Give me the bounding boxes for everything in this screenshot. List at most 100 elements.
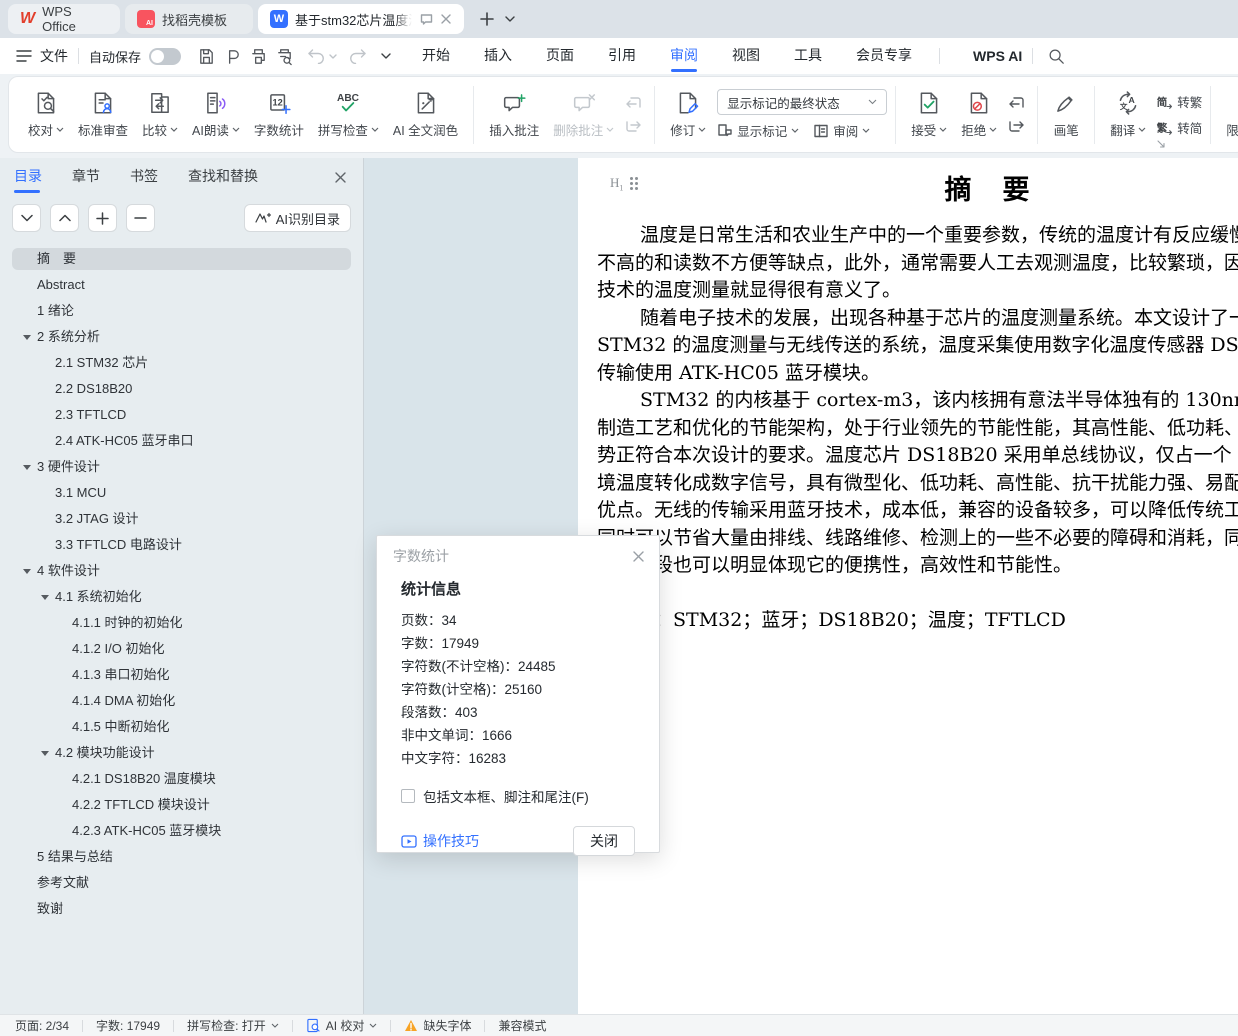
toc-item[interactable]: 3.2 JTAG 设计 <box>0 506 363 532</box>
toc-item[interactable]: 3 硬件设计 <box>0 454 363 480</box>
collapse-triangle-icon[interactable] <box>23 465 31 470</box>
accept-button[interactable]: 接受 <box>904 86 954 143</box>
undo-chevron-icon[interactable] <box>329 54 337 59</box>
standard-review-button[interactable]: 标准审查 <box>71 86 135 143</box>
toc-item[interactable]: 参考文献 <box>0 870 363 896</box>
page-indicator[interactable]: 页面: 2/34 <box>15 1017 69 1034</box>
toc-item[interactable]: 致谢 <box>0 896 363 922</box>
expand-all-button[interactable] <box>50 204 79 232</box>
next-comment-icon[interactable] <box>625 119 642 133</box>
sidebar-tab-书签[interactable]: 书签 <box>130 158 158 196</box>
toc-item[interactable]: 4.2 模块功能设计 <box>0 740 363 766</box>
toc-item[interactable]: 4.2.2 TFTLCD 模块设计 <box>0 792 363 818</box>
wps-ai-button[interactable]: WPS AI <box>950 48 1022 64</box>
group-expand-icon[interactable] <box>1157 140 1166 149</box>
review-pane-button[interactable]: 审阅 <box>813 121 870 140</box>
sidebar-close-icon[interactable] <box>334 171 347 184</box>
print-icon[interactable] <box>245 43 271 69</box>
toc-item[interactable]: Abstract <box>0 272 363 298</box>
save-icon[interactable] <box>193 43 219 69</box>
tab-comment-icon[interactable] <box>419 12 434 27</box>
to-simplified-button[interactable]: 繁 转简 <box>1155 118 1202 137</box>
previous-change-icon[interactable] <box>1008 96 1025 110</box>
insert-comment-button[interactable]: 插入批注 <box>482 86 546 143</box>
redo-chevron-icon[interactable] <box>381 53 391 59</box>
toc-item[interactable]: 3.3 TFTLCD 电路设计 <box>0 532 363 558</box>
dialog-close-icon[interactable] <box>632 550 645 563</box>
toc-item[interactable]: 2.1 STM32 芯片 <box>0 350 363 376</box>
collapse-triangle-icon[interactable] <box>41 595 49 600</box>
compat-mode-indicator[interactable]: 兼容模式 <box>498 1017 546 1034</box>
restrict-editing-button[interactable]: 限制编辑 <box>1219 86 1238 143</box>
redo-icon[interactable] <box>345 43 371 69</box>
show-markup-button[interactable]: 显示标记 <box>717 121 799 140</box>
toc-item[interactable]: 2.3 TFTLCD <box>0 402 363 428</box>
tab-document[interactable]: W 基于stm32芯片温度测量系统 <box>258 4 464 34</box>
spell-check-indicator[interactable]: 拼写检查: 打开 <box>187 1017 279 1034</box>
document-page[interactable]: H1 摘 要 温度是日常生活和农业生产中的一个重要参数，传统的温度计有反应缓慢，… <box>578 158 1238 1024</box>
toc-item[interactable]: 4.2.1 DS18B20 温度模块 <box>0 766 363 792</box>
ai-read-button[interactable]: AI朗读 <box>185 86 247 143</box>
export-pdf-icon[interactable] <box>219 43 245 69</box>
tab-list-chevron-icon[interactable] <box>505 16 515 22</box>
sidebar-tab-章节[interactable]: 章节 <box>72 158 100 196</box>
sidebar-tab-目录[interactable]: 目录 <box>14 158 42 196</box>
dialog-title-bar[interactable]: 字数统计 <box>377 536 659 576</box>
toc-item[interactable]: 4 软件设计 <box>0 558 363 584</box>
toc-item[interactable]: 4.1.2 I/O 初始化 <box>0 636 363 662</box>
toc-item[interactable]: 4.1.3 串口初始化 <box>0 662 363 688</box>
include-textbox-checkbox-row[interactable]: 包括文本框、脚注和尾注(F) <box>401 786 635 806</box>
menu-tab-页面[interactable]: 页面 <box>529 38 591 74</box>
toc-item[interactable]: 3.1 MCU <box>0 480 363 506</box>
toc-item[interactable]: 1 绪论 <box>0 298 363 324</box>
search-icon[interactable] <box>1043 43 1069 69</box>
toc-item[interactable]: 4.1.4 DMA 初始化 <box>0 688 363 714</box>
menu-tab-审阅[interactable]: 审阅 <box>653 38 715 74</box>
next-change-icon[interactable] <box>1008 119 1025 133</box>
print-preview-icon[interactable] <box>271 43 297 69</box>
delete-comment-button[interactable]: 删除批注 <box>546 86 621 143</box>
toc-item[interactable]: 4.1 系统初始化 <box>0 584 363 610</box>
menu-tab-开始[interactable]: 开始 <box>405 38 467 74</box>
new-tab-icon[interactable] <box>479 11 495 27</box>
proofread-button[interactable]: 校对 <box>21 86 71 143</box>
track-changes-button[interactable]: 修订 <box>663 86 713 143</box>
ai-recognize-toc-button[interactable]: AI识别目录 <box>244 204 351 232</box>
toc-item[interactable]: 4.2.3 ATK-HC05 蓝牙模块 <box>0 818 363 844</box>
to-traditional-button[interactable]: 简 转繁 <box>1155 92 1202 111</box>
tips-link[interactable]: 操作技巧 <box>401 831 479 851</box>
collapse-triangle-icon[interactable] <box>23 569 31 574</box>
translate-button[interactable]: A文 翻译 <box>1103 86 1153 143</box>
document-heading[interactable]: 摘 要 <box>578 168 1238 207</box>
toc-item[interactable]: 2.4 ATK-HC05 蓝牙串口 <box>0 428 363 454</box>
tab-wps-office[interactable]: W WPS Office <box>8 4 120 34</box>
collapse-all-button[interactable] <box>12 204 41 232</box>
collapse-triangle-icon[interactable] <box>23 335 31 340</box>
dialog-close-button[interactable]: 关闭 <box>573 826 635 856</box>
spell-check-button[interactable]: ABC 拼写检查 <box>311 86 386 143</box>
undo-icon[interactable] <box>303 43 329 69</box>
sidebar-tab-查找和替换[interactable]: 查找和替换 <box>188 158 258 196</box>
ai-polish-button[interactable]: AI 全文润色 <box>386 86 465 143</box>
previous-comment-icon[interactable] <box>625 96 642 110</box>
checkbox[interactable] <box>401 789 415 803</box>
menu-tab-视图[interactable]: 视图 <box>715 38 777 74</box>
missing-font-warning[interactable]: 缺失字体 <box>404 1017 471 1034</box>
zoom-in-button[interactable] <box>88 204 117 232</box>
toc-item[interactable]: 2.2 DS18B20 <box>0 376 363 402</box>
reject-button[interactable]: 拒绝 <box>954 86 1004 143</box>
word-count-button[interactable]: 12 字数统计 <box>247 86 311 143</box>
markup-state-dropdown[interactable]: 显示标记的最终状态 <box>717 89 887 115</box>
tab-docer-templates[interactable]: AI 找稻壳模板 <box>125 4 253 34</box>
ai-proofread-indicator[interactable]: AI 校对 <box>306 1017 378 1034</box>
menu-tab-会员专享[interactable]: 会员专享 <box>839 38 929 74</box>
toc-item[interactable]: 5 结果与总结 <box>0 844 363 870</box>
word-count-indicator[interactable]: 字数: 17949 <box>96 1017 160 1034</box>
tab-close-icon[interactable] <box>440 13 452 25</box>
autosave-toggle[interactable] <box>149 48 181 65</box>
hamburger-icon[interactable] <box>16 50 32 62</box>
menu-tab-引用[interactable]: 引用 <box>591 38 653 74</box>
collapse-triangle-icon[interactable] <box>41 751 49 756</box>
file-menu[interactable]: 文件 <box>40 46 68 66</box>
toc-item[interactable]: 摘 要 <box>12 248 351 270</box>
